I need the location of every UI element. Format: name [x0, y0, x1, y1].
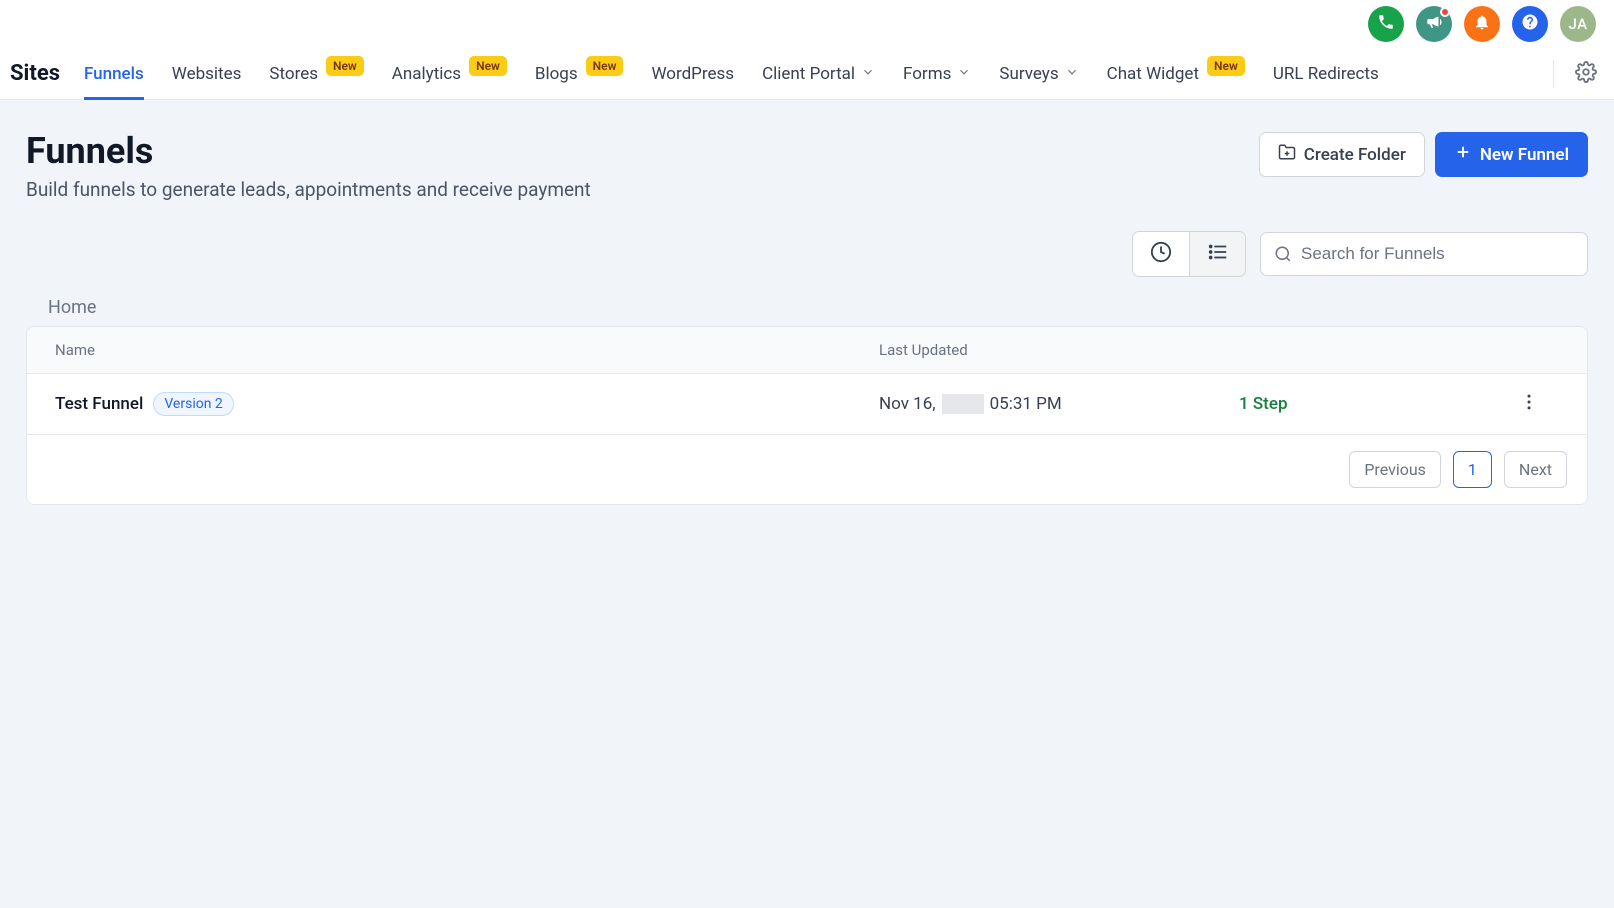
more-vertical-icon	[1519, 392, 1539, 416]
breadcrumb[interactable]: Home	[48, 297, 1588, 318]
chevron-down-icon	[861, 64, 875, 84]
new-badge: New	[1207, 56, 1245, 76]
page-heading: Funnels Build funnels to generate leads,…	[26, 130, 591, 201]
row-actions-button[interactable]	[1499, 392, 1559, 416]
nav-chat-widget[interactable]: Chat Widget New	[1107, 48, 1245, 100]
create-folder-button[interactable]: Create Folder	[1259, 132, 1425, 177]
button-label: Create Folder	[1304, 145, 1406, 165]
nav-items: Funnels Websites Stores New Analytics Ne…	[84, 48, 1539, 100]
chevron-down-icon	[957, 64, 971, 84]
settings-button[interactable]	[1568, 56, 1604, 92]
clock-icon	[1150, 241, 1172, 267]
col-actions	[1499, 341, 1559, 359]
header-actions: Create Folder New Funnel	[1259, 132, 1588, 177]
row-steps-cell: 1 Step	[1239, 394, 1499, 414]
nav-label: Funnels	[84, 64, 144, 84]
nav-label: Stores	[269, 64, 318, 84]
next-page-button[interactable]: Next	[1504, 451, 1567, 488]
plus-icon	[1454, 143, 1472, 166]
nav-label: Chat Widget	[1107, 64, 1199, 84]
new-badge: New	[326, 56, 364, 76]
help-button[interactable]	[1512, 6, 1548, 42]
page-subtitle: Build funnels to generate leads, appoint…	[26, 178, 591, 201]
redacted-year	[942, 394, 984, 414]
nav-label: Surveys	[999, 64, 1058, 84]
bell-icon	[1473, 13, 1491, 35]
breadcrumb-home: Home	[48, 297, 96, 318]
nav-url-redirects[interactable]: URL Redirects	[1273, 48, 1379, 100]
brand: Sites	[10, 61, 60, 86]
nav-divider	[1553, 60, 1554, 88]
phone-button[interactable]	[1368, 6, 1404, 42]
navbar: Sites Funnels Websites Stores New Analyt…	[0, 48, 1614, 100]
page-title: Funnels	[26, 130, 591, 172]
nav-funnels[interactable]: Funnels	[84, 48, 144, 100]
avatar[interactable]: JA	[1560, 6, 1596, 42]
funnels-table: Name Last Updated Test Funnel Version 2 …	[26, 326, 1588, 505]
list-icon	[1207, 241, 1229, 267]
main-content: Funnels Build funnels to generate leads,…	[0, 100, 1614, 908]
funnel-name: Test Funnel	[55, 394, 143, 414]
page-number[interactable]: 1	[1453, 451, 1492, 488]
list-view-button[interactable]	[1189, 232, 1245, 276]
new-funnel-button[interactable]: New Funnel	[1435, 132, 1588, 177]
gear-icon	[1575, 61, 1597, 87]
nav-label: Client Portal	[762, 64, 855, 84]
button-label: New Funnel	[1480, 145, 1569, 165]
nav-websites[interactable]: Websites	[172, 48, 242, 100]
nav-label: Analytics	[392, 64, 461, 84]
col-name: Name	[55, 341, 879, 359]
topbar: JA	[0, 0, 1614, 48]
row-date-cell: Nov 16, 05:31 PM	[879, 394, 1239, 414]
nav-label: Forms	[903, 64, 951, 84]
prev-page-button[interactable]: Previous	[1349, 451, 1441, 488]
search-input[interactable]	[1260, 232, 1588, 276]
new-badge: New	[469, 56, 507, 76]
nav-wordpress[interactable]: WordPress	[651, 48, 734, 100]
nav-surveys[interactable]: Surveys	[999, 48, 1078, 100]
table-row[interactable]: Test Funnel Version 2 Nov 16, 05:31 PM 1…	[27, 374, 1587, 435]
nav-label: Websites	[172, 64, 242, 84]
toolbar	[26, 231, 1588, 277]
view-toggle	[1132, 231, 1246, 277]
row-name-cell: Test Funnel Version 2	[55, 392, 879, 416]
chevron-down-icon	[1065, 64, 1079, 84]
nav-stores[interactable]: Stores New	[269, 48, 363, 100]
nav-analytics[interactable]: Analytics New	[392, 48, 507, 100]
folder-plus-icon	[1278, 143, 1296, 166]
notification-dot-icon	[1440, 7, 1450, 17]
recent-view-button[interactable]	[1133, 232, 1189, 276]
announcements-button[interactable]	[1416, 6, 1452, 42]
phone-icon	[1377, 13, 1395, 35]
time: 05:31 PM	[990, 394, 1062, 414]
nav-label: Blogs	[535, 64, 578, 84]
pagination: Previous 1 Next	[27, 435, 1587, 504]
nav-forms[interactable]: Forms	[903, 48, 971, 100]
notifications-button[interactable]	[1464, 6, 1500, 42]
megaphone-icon	[1425, 13, 1443, 35]
new-badge: New	[586, 56, 624, 76]
col-updated: Last Updated	[879, 341, 1239, 359]
nav-client-portal[interactable]: Client Portal	[762, 48, 875, 100]
nav-label: WordPress	[651, 64, 734, 84]
version-badge: Version 2	[153, 392, 233, 416]
avatar-initials: JA	[1568, 15, 1587, 33]
date-prefix: Nov 16,	[879, 394, 936, 414]
nav-blogs[interactable]: Blogs New	[535, 48, 624, 100]
question-icon	[1521, 13, 1539, 35]
nav-label: URL Redirects	[1273, 64, 1379, 84]
col-steps	[1239, 341, 1499, 359]
page-header: Funnels Build funnels to generate leads,…	[26, 130, 1588, 201]
table-header: Name Last Updated	[27, 327, 1587, 374]
search-wrap	[1260, 232, 1588, 276]
